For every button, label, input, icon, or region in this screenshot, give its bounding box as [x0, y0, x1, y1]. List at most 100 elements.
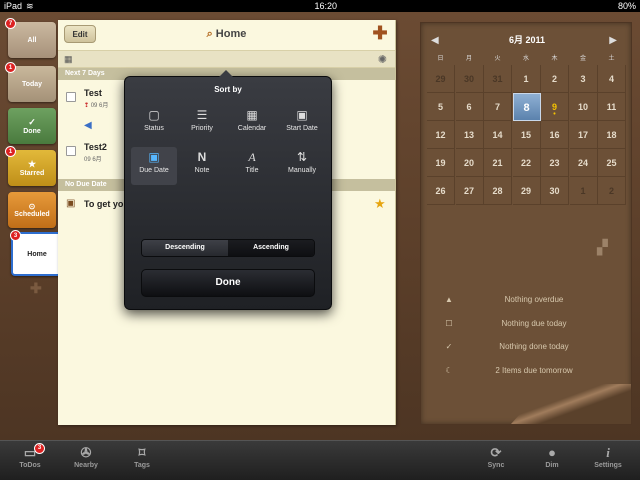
sort-status-button[interactable]: ▢ Status — [131, 105, 177, 143]
tag-icon: ⌑ — [138, 445, 146, 460]
tab-starred-label: Starred — [19, 170, 45, 177]
calendar-day[interactable]: 18 — [598, 121, 626, 149]
tab-starred-badge: 1 — [5, 146, 16, 157]
status-bar: iPad ≋ 16:20 80% — [0, 0, 640, 12]
calendar-day[interactable]: 31 — [484, 65, 512, 93]
sort-priority-button[interactable]: ☰ Priority — [179, 105, 225, 143]
ascending-button[interactable]: Ascending — [228, 240, 314, 256]
tab-label: Dim — [545, 462, 559, 469]
page-curl[interactable] — [511, 384, 631, 424]
calendar-day[interactable]: 29 — [512, 177, 541, 205]
task-date-text: 09 6月 — [90, 103, 109, 109]
done-button[interactable]: Done — [141, 269, 315, 297]
calendar-icon: ▦ — [246, 108, 258, 122]
bottom-tab-bar: 3 ▭ ToDos ✇ Nearby ⌑ Tags ⟳ Sync ● Dim i… — [0, 440, 640, 480]
calendar-day[interactable]: 4 — [598, 65, 626, 93]
weekday-label: 火 — [494, 56, 501, 62]
checkmark-icon: ✓ — [445, 342, 453, 351]
task-checkbox[interactable] — [66, 92, 76, 102]
calendar-day[interactable]: 10 — [569, 93, 598, 121]
clock: 16:20 — [314, 1, 338, 11]
calendar-day[interactable]: 1 — [569, 177, 598, 205]
speaker-icon: ◀ — [84, 120, 92, 131]
calendar-day[interactable]: 13 — [455, 121, 484, 149]
tab-scheduled-label: Scheduled — [14, 211, 50, 218]
calendar-day[interactable]: 28 — [484, 177, 512, 205]
tab-done[interactable]: ✓ Done — [8, 108, 56, 144]
calendar-day[interactable]: 30 — [455, 65, 484, 93]
sort-note-button[interactable]: N Note — [179, 147, 225, 185]
calendar-day[interactable]: 12 — [427, 121, 455, 149]
calendar-day[interactable]: 16 — [541, 121, 569, 149]
calendar-day[interactable]: 5 — [427, 93, 455, 121]
tab-starred[interactable]: 1 ★ Starred — [5, 146, 56, 186]
due-date-icon: ▣ — [148, 150, 160, 164]
title-icon: A — [248, 150, 256, 164]
add-task-button[interactable]: ✚ — [372, 24, 388, 42]
calendar-day[interactable]: 11 — [598, 93, 626, 121]
calendar-day[interactable]: 27 — [455, 177, 484, 205]
tab-dim[interactable]: ● Dim — [530, 444, 574, 469]
weekday-label: 木 — [551, 56, 558, 62]
sort-calendar-button[interactable]: ▦ Calendar — [229, 105, 275, 143]
next-month-icon[interactable]: ▶ — [609, 35, 617, 46]
calendar-icon[interactable]: ▦ — [64, 54, 73, 65]
calendar-day[interactable]: 14 — [484, 121, 512, 149]
sort-manually-button[interactable]: ⇅ Manually — [279, 147, 325, 185]
calendar-day[interactable]: 24 — [569, 149, 598, 177]
tab-today-label: Today — [21, 80, 43, 88]
summary-text: Nothing overdue — [504, 295, 564, 304]
task-title: Test2 — [84, 142, 107, 152]
task-checkbox[interactable] — [66, 146, 76, 156]
calendar-day[interactable]: 17 — [569, 121, 598, 149]
calendar-day[interactable]: 26 — [427, 177, 455, 205]
search-icon[interactable]: ⌕ — [207, 28, 213, 40]
calendar-day[interactable]: 9 — [541, 93, 569, 129]
calendar-day[interactable]: 1 — [512, 65, 541, 93]
calendar-day[interactable]: 23 — [541, 149, 569, 177]
note-icon: N — [197, 150, 207, 164]
calendar-day[interactable]: 2 — [598, 177, 626, 205]
tab-sync[interactable]: ⟳ Sync — [474, 444, 518, 469]
sticky-note-icon[interactable]: ▞ — [597, 239, 613, 255]
task-date: 09 6月 — [84, 157, 102, 163]
calendar-day[interactable]: 30 — [541, 177, 569, 205]
tab-home-label: Home — [27, 250, 47, 258]
add-list-icon[interactable]: ✚ — [30, 280, 42, 297]
calendar-day[interactable]: 8 — [512, 93, 541, 121]
tab-tags[interactable]: ⌑ Tags — [120, 444, 164, 469]
calendar-day[interactable]: 22 — [512, 149, 541, 177]
tab-settings[interactable]: i Settings — [586, 444, 630, 469]
calendar-day[interactable]: 6 — [455, 93, 484, 121]
tab-label: Sync — [487, 462, 505, 469]
tab-scheduled[interactable]: ⊙ Scheduled — [8, 192, 56, 228]
sort-title-button[interactable]: A Title — [229, 147, 275, 185]
tab-all[interactable]: 7 All — [5, 18, 56, 58]
task-date: ❢ 09 6月 — [84, 100, 108, 109]
star-icon[interactable]: ★ — [374, 196, 386, 212]
sort-option-label: Status — [144, 125, 164, 132]
list-title: ⌕ Home — [58, 28, 395, 41]
calendar-day[interactable]: 19 — [427, 149, 455, 177]
lines-icon: ☰ — [196, 108, 208, 122]
calendar-day[interactable]: 15 — [512, 121, 541, 149]
calendar-day[interactable]: 29 — [427, 65, 455, 93]
calendar-day[interactable]: 7 — [484, 93, 512, 121]
calendar-day[interactable]: 2 — [541, 65, 569, 93]
sort-start-date-button[interactable]: ▣ Start Date — [279, 105, 325, 143]
calendar-day[interactable]: 3 — [569, 65, 598, 93]
square-icon: ▢ — [148, 108, 160, 122]
tab-label: Settings — [594, 462, 622, 469]
summary-text: 2 Items due tomorrow — [495, 366, 573, 375]
calendar-day[interactable]: 25 — [598, 149, 626, 177]
tab-todos[interactable]: 3 ▭ ToDos — [8, 443, 52, 469]
sort-due-date-button[interactable]: ▣ Due Date — [131, 147, 177, 185]
tab-home[interactable]: 3 Home — [10, 230, 63, 276]
tab-nearby[interactable]: ✇ Nearby — [64, 444, 108, 469]
tab-today[interactable]: 1 Today — [5, 62, 56, 102]
sync-icon: ⟳ — [490, 445, 502, 460]
calendar-day[interactable]: 20 — [455, 149, 484, 177]
descending-button[interactable]: Descending — [142, 240, 228, 256]
calendar-day[interactable]: 21 — [484, 149, 512, 177]
gear-icon[interactable]: ✺ — [378, 53, 387, 66]
